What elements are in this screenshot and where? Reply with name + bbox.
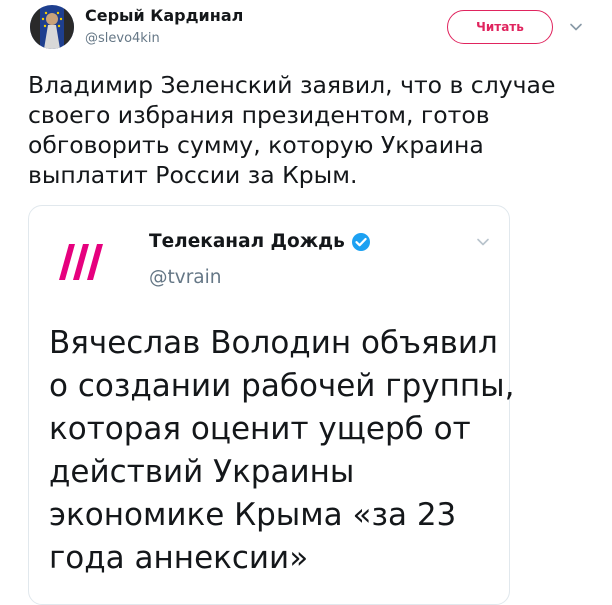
tweet-text-line: выплатит России за Крым. bbox=[28, 161, 358, 189]
chevron-down-icon[interactable] bbox=[569, 20, 583, 34]
quoted-text-line: которая оценит ущерб от bbox=[49, 411, 471, 447]
quoted-tweet-card[interactable]: Телеканал Дождь @tvrain Вячеслав Володин… bbox=[28, 205, 515, 605]
tweet-text-line: своего избрания президентом, готов bbox=[28, 101, 490, 129]
author-name[interactable]: Серый Кардинал bbox=[85, 6, 243, 25]
verified-badge-icon bbox=[351, 232, 370, 251]
quoted-text-line: экономике Крыма «за 23 bbox=[49, 497, 457, 533]
quoted-author-name[interactable]: Телеканал Дождь bbox=[149, 231, 371, 252]
quoted-author-handle[interactable]: @tvrain bbox=[149, 267, 222, 288]
avatar[interactable] bbox=[30, 5, 74, 49]
quoted-text-line: о создании рабочей группы, bbox=[49, 368, 515, 404]
author-handle[interactable]: @slevo4kin bbox=[85, 31, 160, 46]
quoted-author-name-text: Телеканал Дождь bbox=[149, 231, 345, 252]
quoted-tweet-text: Вячеслав Володин объявил о создании рабо… bbox=[49, 322, 515, 580]
follow-button[interactable]: Читать bbox=[447, 10, 553, 44]
tweet-text: Владимир Зеленский заявил, что в случае … bbox=[28, 70, 588, 190]
tweet-text-line: обговорить сумму, которую Украина bbox=[28, 131, 484, 159]
avatar-image bbox=[30, 5, 74, 49]
quoted-text-line: года аннексии» bbox=[49, 540, 309, 576]
chevron-down-icon[interactable] bbox=[475, 234, 491, 250]
tweet-text-line: Владимир Зеленский заявил, что в случае bbox=[28, 71, 556, 99]
quoted-text-line: Вячеслав Володин объявил bbox=[49, 325, 498, 361]
tvrain-logo-icon bbox=[59, 244, 103, 280]
quoted-text-line: действий Украины bbox=[49, 454, 355, 490]
